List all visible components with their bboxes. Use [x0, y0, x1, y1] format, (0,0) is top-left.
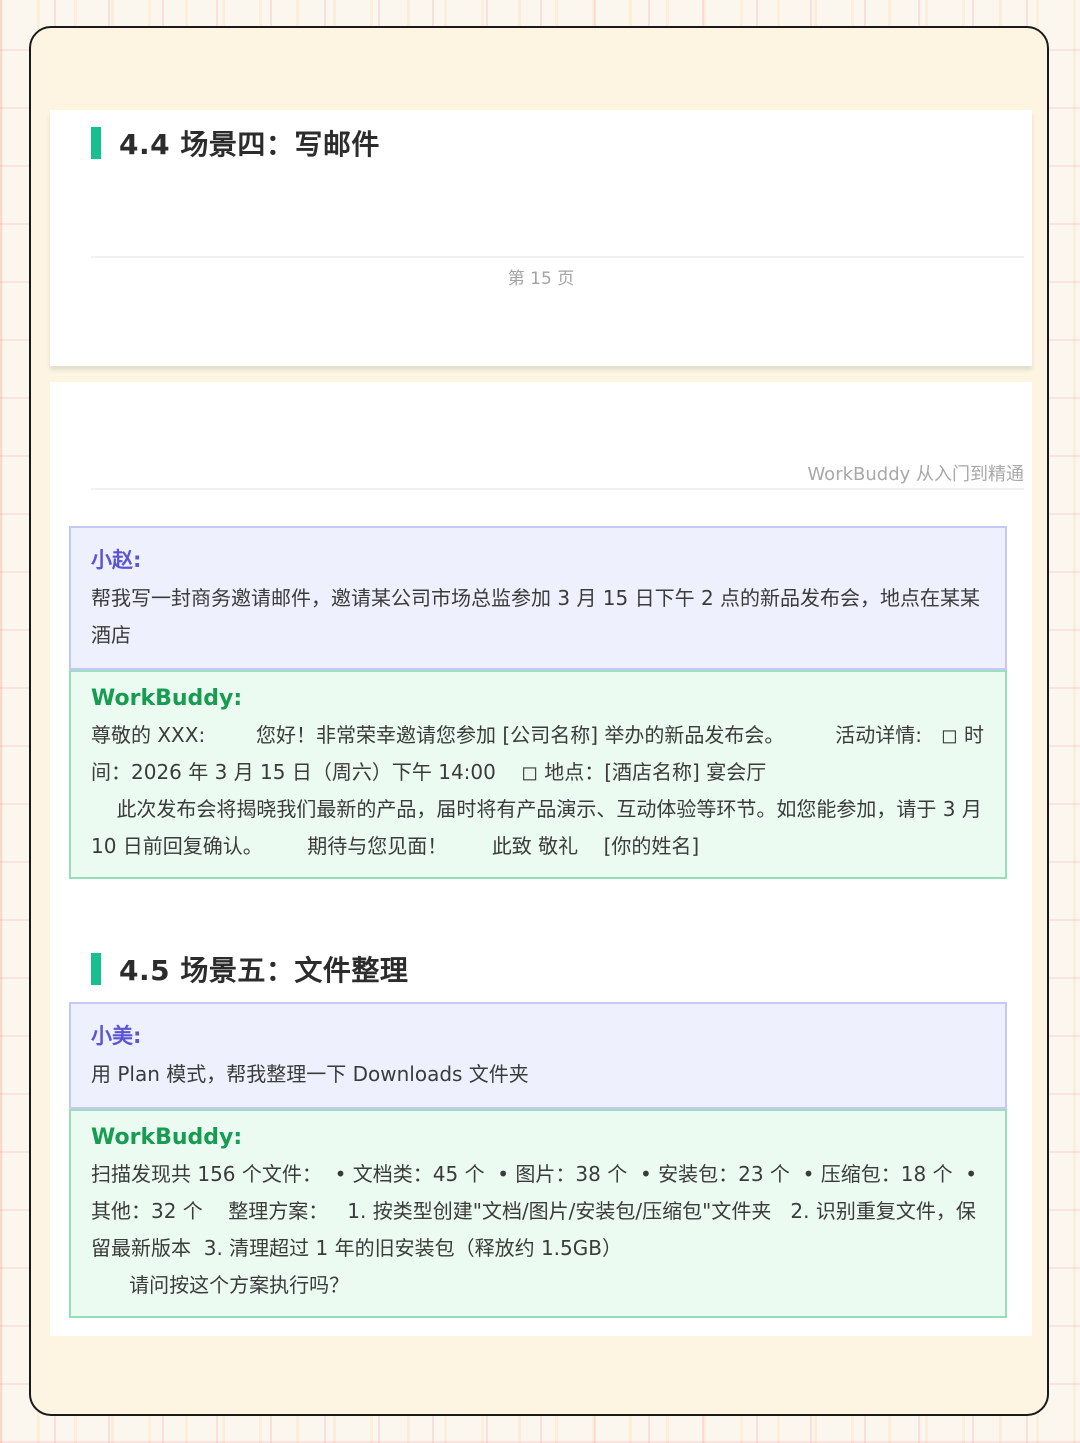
bot-message-text: 尊敬的 XXX: 您好！非常荣幸邀请您参加 [公司名称] 举办的新品发布会。 活… [91, 723, 985, 858]
bot-message-box: WorkBuddy: 扫描发现共 156 个文件： • 文档类：45 个 • 图… [69, 1109, 1007, 1318]
bot-speaker-name: WorkBuddy: [91, 1125, 243, 1150]
bot-message-text: 扫描发现共 156 个文件： • 文档类：45 个 • 图片：38 个 • 安装… [91, 1162, 978, 1297]
user-speaker-name: 小赵: [91, 548, 142, 572]
user-message-box: 小美: 用 Plan 模式，帮我整理一下 Downloads 文件夹 [69, 1002, 1007, 1109]
bot-speaker-name: WorkBuddy: [91, 686, 243, 711]
header-divider [91, 488, 1024, 490]
bot-message-box: WorkBuddy: 尊敬的 XXX: 您好！非常荣幸邀请您参加 [公司名称] … [69, 670, 1007, 879]
section-heading-4-4: 4.4 场景四：写邮件 [91, 126, 380, 161]
footer-divider [91, 256, 1024, 258]
running-header: WorkBuddy 从入门到精通 [807, 464, 1024, 485]
document-page-16: WorkBuddy 从入门到精通 小赵: 帮我写一封商务邀请邮件，邀请某公司市场… [50, 382, 1032, 1336]
page-number: 第 15 页 [507, 269, 575, 289]
heading-accent-bar [91, 127, 101, 159]
chat-block-scene5: 小美: 用 Plan 模式，帮我整理一下 Downloads 文件夹 WorkB… [69, 1002, 1007, 1318]
user-message-text: 帮我写一封商务邀请邮件，邀请某公司市场总监参加 3 月 15 日下午 2 点的新… [91, 586, 981, 647]
section-heading-4-5: 4.5 场景五：文件整理 [91, 952, 409, 987]
user-speaker-name: 小美: [91, 1024, 142, 1048]
section-heading-text: 4.4 场景四：写邮件 [119, 128, 380, 161]
user-message-box: 小赵: 帮我写一封商务邀请邮件，邀请某公司市场总监参加 3 月 15 日下午 2… [69, 526, 1007, 670]
screenshot-frame: 4.4 场景四：写邮件 第 15 页 WorkBuddy 从入门到精通 小赵: … [29, 26, 1049, 1416]
section-heading-text: 4.5 场景五：文件整理 [119, 954, 409, 987]
user-message-text: 用 Plan 模式，帮我整理一下 Downloads 文件夹 [91, 1062, 529, 1086]
chat-block-scene4: 小赵: 帮我写一封商务邀请邮件，邀请某公司市场总监参加 3 月 15 日下午 2… [69, 526, 1007, 879]
heading-accent-bar [91, 953, 101, 985]
document-page-15: 4.4 场景四：写邮件 第 15 页 [50, 110, 1032, 366]
